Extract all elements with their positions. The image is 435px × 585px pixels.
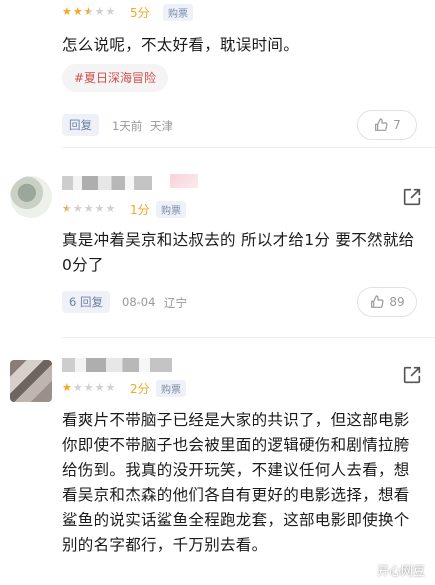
star-icon: ★ (62, 5, 72, 18)
star-rating: ★ ★ ★ ★ ★ (62, 382, 115, 394)
like-button[interactable]: 89 (357, 287, 417, 317)
share-icon[interactable] (401, 186, 423, 208)
reply-button[interactable]: 6 回复 (62, 291, 110, 313)
star-rating: ★ ★ ★ ★ ★ (62, 203, 115, 215)
review-location: 天津 (150, 119, 173, 133)
star-icon: ★ (105, 202, 116, 215)
star-icon: ★ (72, 5, 83, 18)
review-2: ★ ★ ★ ★ ★ 1分 购票 真是冲着吴京和达叔去的 所以才给1分 要不然就给… (0, 148, 435, 338)
star-icon: ★ (105, 381, 116, 394)
review-3: ★ ★ ★ ★ ★ 2分 购票 看爽片不带脑子已经是大家的共识了，但这部电影你即… (0, 338, 435, 585)
star-icon: ★ (94, 381, 105, 394)
star-rating: ★ ★ ★ ★ ★ (62, 6, 115, 18)
star-icon: ★ (83, 5, 94, 18)
review-date: 1天前 (112, 119, 143, 133)
score-label: 2分 (130, 382, 150, 396)
star-icon: ★ (62, 202, 72, 215)
like-count: 89 (389, 295, 405, 309)
ticket-badge: 购票 (156, 380, 186, 397)
watermark: 开心网豆 (376, 564, 425, 578)
score-label: 5分 (130, 6, 150, 20)
like-button[interactable]: 7 (357, 110, 417, 140)
ticket-badge: 购票 (156, 201, 186, 218)
star-icon: ★ (72, 381, 83, 394)
avatar[interactable] (10, 360, 52, 402)
review-text: 看爽片不带脑子已经是大家的共识了，但这部电影你即使不带脑子也会被里面的逻辑硬伤和… (62, 411, 410, 554)
like-count: 7 (393, 118, 401, 132)
review-text: 真是冲着吴京和达叔去的 所以才给1分 要不然就给0分了 (62, 231, 415, 274)
avatar[interactable] (10, 176, 52, 218)
topic-tag[interactable]: #夏日深海冒险 (62, 64, 169, 92)
star-icon: ★ (62, 381, 72, 394)
review-date: 08-04 (122, 295, 156, 309)
star-icon: ★ (83, 202, 94, 215)
review-text: 怎么说呢，不太好看，耽误时间。 (62, 36, 300, 54)
review-1: ★ ★ ★ ★ ★ 5分 购票 怎么说呢，不太好看，耽误时间。 #夏日深海冒险 … (0, 0, 435, 148)
share-icon[interactable] (401, 364, 423, 386)
star-icon: ★ (94, 5, 105, 18)
score-label: 1分 (130, 203, 150, 217)
thumbs-up-icon (375, 118, 388, 131)
ticket-badge: 购票 (163, 4, 193, 21)
star-icon: ★ (72, 202, 83, 215)
star-icon: ★ (83, 381, 94, 394)
username-obscured (170, 174, 198, 188)
topic-tag-label: #夏日深海冒险 (74, 71, 157, 85)
review-location: 辽宁 (164, 296, 187, 310)
username-obscured (62, 176, 152, 190)
username-obscured (62, 358, 172, 372)
reply-button[interactable]: 回复 (62, 114, 99, 136)
thumbs-up-icon (371, 295, 384, 308)
star-icon: ★ (105, 5, 116, 18)
star-icon: ★ (94, 202, 105, 215)
